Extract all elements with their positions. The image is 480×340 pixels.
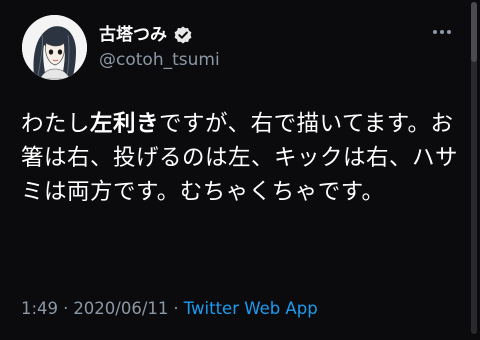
tweet-text-emphasis: 左利き [90, 111, 160, 137]
tweet-time[interactable]: 1:49 [21, 299, 58, 318]
tweet-meta: 1:49 · 2020/06/11 · Twitter Web App [21, 298, 318, 320]
scrollbar-thumb[interactable] [471, 2, 477, 62]
avatar-illustration-icon [22, 15, 87, 80]
scrollbar[interactable] [471, 2, 477, 334]
meta-separator: · [63, 299, 69, 318]
meta-separator: · [173, 299, 179, 318]
author-handle[interactable]: @cotoh_tsumi [99, 50, 220, 70]
avatar[interactable] [22, 15, 87, 80]
more-options-icon[interactable] [430, 25, 454, 39]
author-display-name[interactable]: 古塔つみ [99, 25, 167, 45]
tweet-source-link[interactable]: Twitter Web App [184, 299, 318, 318]
tweet-date[interactable]: 2020/06/11 [73, 299, 168, 318]
tweet-text: わたし左利きですが、右で描いてます。お箸は右、投げるのは左、キックは右、ハサミは… [21, 107, 465, 209]
author-name-row[interactable]: 古塔つみ [99, 25, 193, 45]
tweet-text-before: わたし [21, 111, 91, 137]
tweet-card: 古塔つみ @cotoh_tsumi わたし左利きですが、右で描いてます。お箸は右… [0, 0, 480, 340]
verified-badge-icon [173, 25, 193, 45]
